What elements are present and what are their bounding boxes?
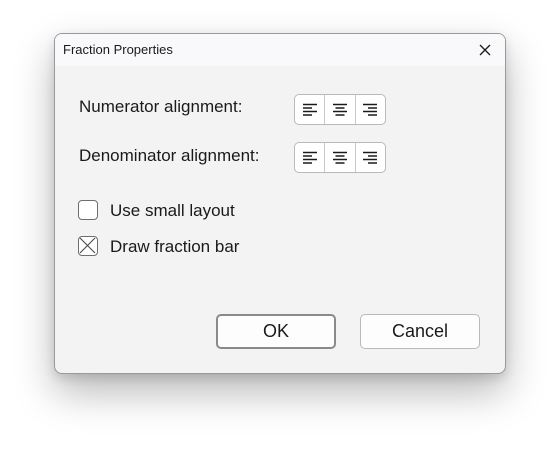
numerator-align-right-button[interactable] [354,95,385,124]
align-left-icon [302,103,317,116]
numerator-alignment-group [294,94,386,125]
use-small-layout-label: Use small layout [110,201,235,220]
cancel-button[interactable]: Cancel [360,314,480,349]
use-small-layout-checkbox[interactable] [78,200,98,220]
numerator-align-center-button[interactable] [324,95,354,124]
denominator-alignment-label: Denominator alignment: [79,146,260,165]
numerator-align-left-button[interactable] [295,95,324,124]
close-button[interactable] [465,34,505,66]
align-left-icon [302,151,317,164]
title-bar: Fraction Properties [55,34,505,66]
denominator-alignment-group [294,142,386,173]
align-center-icon [332,151,347,164]
numerator-alignment-label: Numerator alignment: [79,97,243,116]
dialog-title: Fraction Properties [63,42,173,57]
draw-fraction-bar-label: Draw fraction bar [110,237,240,256]
close-icon [479,44,491,56]
draw-fraction-bar-checkbox[interactable] [78,236,98,256]
denominator-align-right-button[interactable] [354,143,385,172]
denominator-align-left-button[interactable] [295,143,324,172]
denominator-align-center-button[interactable] [324,143,354,172]
align-right-icon [363,103,378,116]
align-center-icon [332,103,347,116]
cross-check-icon [79,237,96,254]
ok-button[interactable]: OK [216,314,336,349]
align-right-icon [363,151,378,164]
fraction-properties-dialog: Fraction Properties Numerator alignment:… [54,33,506,374]
